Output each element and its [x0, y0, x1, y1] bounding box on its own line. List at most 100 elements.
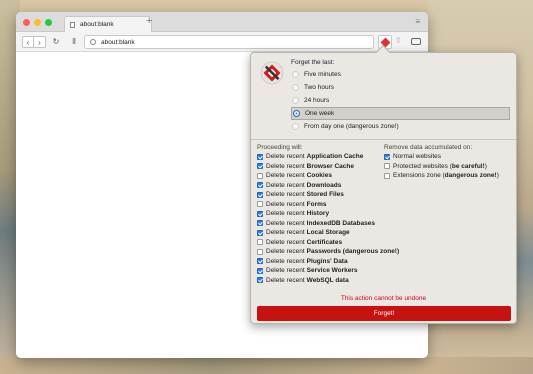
remove-option-emphasis: be careful! — [451, 162, 485, 170]
period-option[interactable]: From day one (dangerous zone!) — [291, 120, 510, 133]
period-label: One week — [305, 110, 335, 117]
period-options: Five minutes Two hours 24 hours One week Fro… — [291, 68, 510, 133]
action-prefix: Delete recent — [266, 276, 305, 284]
remove-option-emphasis: dangerous zone! — [444, 172, 497, 180]
share-icon[interactable]: ⇧ — [395, 36, 402, 45]
divider — [251, 139, 516, 140]
remove-option-label: Normal websites — [393, 153, 442, 161]
undo-warning: This action cannot be undone — [340, 295, 427, 302]
action-prefix: Delete recent — [266, 153, 305, 161]
action-target: Certificates — [306, 238, 343, 246]
period-label: 24 hours — [304, 97, 330, 104]
action-target: History — [306, 210, 330, 218]
action-item[interactable]: Delete recent IndexedDB Databases — [257, 219, 399, 229]
checkbox[interactable] — [257, 191, 263, 198]
remove-option-label: Extensions zone ( — [393, 172, 445, 180]
remove-option[interactable]: Normal websites — [384, 152, 499, 162]
checkbox[interactable] — [257, 239, 263, 246]
radio-button[interactable] — [292, 123, 299, 130]
remove-option-suffix: ) — [496, 172, 499, 180]
period-label: From day one (dangerous zone!) — [304, 123, 399, 130]
action-item[interactable]: Delete recent Service Workers — [257, 266, 399, 276]
radio-button[interactable] — [293, 110, 300, 117]
forget-button[interactable]: Forget! — [257, 306, 511, 321]
address-bar[interactable]: about:blank — [84, 35, 374, 49]
globe-icon — [90, 39, 96, 45]
action-target: Local Storage — [306, 229, 350, 237]
remove-option[interactable]: Protected websites (be careful!) — [384, 162, 499, 172]
period-label: Two hours — [304, 84, 334, 91]
action-item[interactable]: Delete recent Stored Files — [257, 190, 399, 200]
action-prefix: Delete recent — [266, 181, 305, 189]
library-icon[interactable]: ⫴ — [69, 36, 79, 48]
period-option[interactable]: 24 hours — [291, 94, 510, 107]
url-text: about:blank — [101, 38, 135, 46]
remove-option-label: Protected websites ( — [393, 162, 452, 170]
action-target: Stored Files — [306, 191, 344, 199]
remove-option-suffix: ) — [484, 162, 487, 170]
action-item[interactable]: Delete recent Passwords (dangerous zone!) — [257, 247, 399, 257]
action-prefix: Delete recent — [266, 172, 305, 180]
action-item[interactable]: Delete recent Browser Cache — [257, 162, 399, 172]
action-item[interactable]: Delete recent Local Storage — [257, 228, 399, 238]
checkbox[interactable] — [257, 277, 263, 284]
action-item[interactable]: Delete recent Forms — [257, 200, 399, 210]
action-prefix: Delete recent — [266, 191, 305, 199]
period-option[interactable]: Two hours — [291, 81, 510, 94]
checkbox[interactable] — [384, 153, 390, 160]
action-target: WebSQL data — [306, 276, 349, 284]
action-target: Service Workers — [306, 267, 358, 275]
action-item[interactable]: Delete recent Certificates — [257, 238, 399, 248]
menu-icon[interactable]: ≡ — [415, 17, 420, 26]
checkbox[interactable] — [257, 258, 263, 265]
action-item[interactable]: Delete recent Plugins' Data — [257, 257, 399, 267]
action-prefix: Delete recent — [266, 257, 305, 265]
radio-button[interactable] — [292, 84, 299, 91]
checkbox[interactable] — [257, 210, 263, 217]
action-prefix: Delete recent — [266, 162, 305, 170]
period-option[interactable]: Five minutes — [291, 68, 510, 81]
radio-button[interactable] — [292, 97, 299, 104]
action-item[interactable]: Delete recent Cookies — [257, 171, 399, 181]
action-item[interactable]: Delete recent History — [257, 209, 399, 219]
checkbox[interactable] — [257, 267, 263, 274]
close-window-button[interactable] — [23, 19, 30, 26]
checkbox[interactable] — [257, 182, 263, 189]
page-icon — [70, 21, 75, 28]
checkbox[interactable] — [257, 163, 263, 170]
back-button[interactable]: ‹ — [22, 36, 34, 48]
remove-option[interactable]: Extensions zone (dangerous zone!) — [384, 171, 499, 181]
action-item[interactable]: Delete recent WebSQL data — [257, 276, 399, 286]
toolbar: ‹ › ↻ ⫴ about:blank ⇧ — [16, 32, 428, 52]
checkbox[interactable] — [257, 153, 263, 160]
proceeding-title: Proceeding will: — [257, 144, 303, 151]
action-item[interactable]: Delete recent Downloads — [257, 181, 399, 191]
checkbox[interactable] — [257, 229, 263, 236]
period-option[interactable]: One week — [291, 107, 510, 120]
period-label: Five minutes — [304, 71, 341, 78]
action-target: Application Cache — [306, 153, 364, 161]
zoom-window-button[interactable] — [45, 19, 52, 26]
title-bar: about:blank + ≡ — [16, 12, 428, 32]
forward-button[interactable]: › — [34, 36, 46, 48]
action-item[interactable]: Delete recent Application Cache — [257, 152, 399, 162]
checkbox[interactable] — [384, 172, 390, 179]
remove-options-list: Normal websites Protected websites (be ca… — [384, 152, 499, 181]
action-target: IndexedDB Databases — [306, 219, 375, 227]
tab-about-blank[interactable]: about:blank — [64, 16, 152, 32]
checkbox[interactable] — [257, 248, 263, 255]
tabs-overview-icon[interactable] — [411, 38, 421, 45]
checkbox[interactable] — [257, 172, 263, 179]
checkbox[interactable] — [384, 163, 390, 170]
action-target: Forms — [306, 200, 327, 208]
action-prefix: Delete recent — [266, 267, 305, 275]
new-tab-button[interactable]: + — [146, 15, 152, 27]
minimize-window-button[interactable] — [34, 19, 41, 26]
checkbox[interactable] — [257, 220, 263, 227]
action-target: Passwords (dangerous zone!) — [306, 248, 400, 256]
checkbox[interactable] — [257, 201, 263, 208]
reload-button[interactable]: ↻ — [51, 36, 61, 48]
action-prefix: Delete recent — [266, 219, 305, 227]
radio-button[interactable] — [292, 71, 299, 78]
action-prefix: Delete recent — [266, 210, 305, 218]
